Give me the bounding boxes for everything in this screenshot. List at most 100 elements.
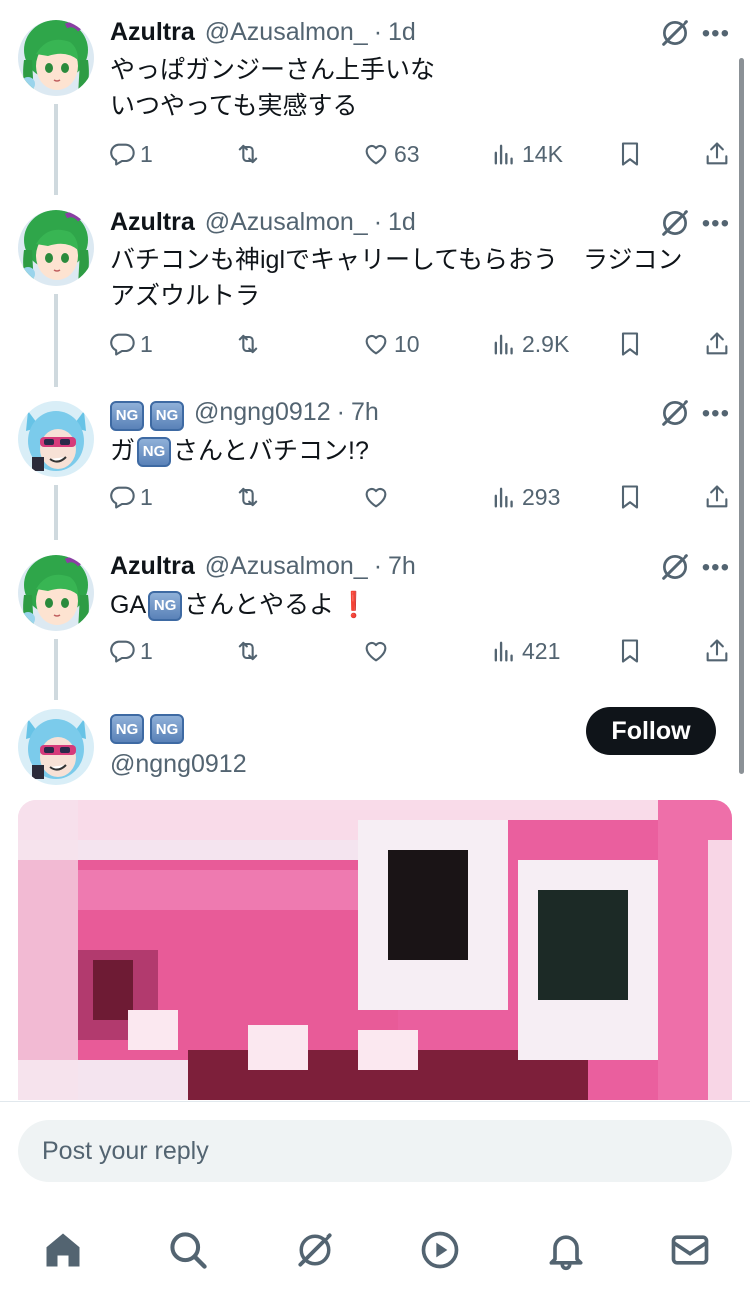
action-bar: 1 293 (108, 483, 733, 517)
nav-messages[interactable] (660, 1220, 720, 1280)
repost-button[interactable] (234, 637, 262, 665)
tweet-2[interactable]: Azultra @Azusalmon_ · 1d ••• バチコンも神iglでキ… (0, 195, 750, 387)
more-options-icon[interactable]: ••• (702, 210, 730, 238)
timestamp[interactable]: 1d (388, 18, 416, 47)
share-button[interactable] (703, 140, 731, 168)
views-icon (490, 483, 518, 511)
avatar[interactable] (18, 709, 94, 785)
share-icon (703, 140, 731, 168)
repost-button[interactable] (234, 140, 262, 168)
more-options-icon[interactable]: ••• (702, 554, 730, 582)
reply-button[interactable]: 1 (108, 483, 153, 511)
ng-badge: NG (150, 714, 184, 745)
user-handle[interactable]: @Azusalmon_ (205, 552, 368, 581)
reply-icon (108, 140, 136, 168)
tweet-text-line: いつやっても実感する (110, 92, 358, 120)
grok-icon[interactable] (658, 396, 692, 430)
tweet-1[interactable]: Azultra @Azusalmon_ · 1d ••• やっぱガンジーさん上手… (0, 0, 750, 195)
nav-search[interactable] (158, 1220, 218, 1280)
timestamp[interactable]: 7h (388, 552, 416, 581)
tweet-text: ガ NG さんとバチコン!? (110, 433, 720, 469)
share-icon (703, 330, 731, 358)
like-button[interactable]: 63 (362, 140, 420, 168)
reply-button[interactable]: 1 (108, 330, 153, 358)
reply-input[interactable]: Post your reply (18, 1120, 732, 1182)
nav-video[interactable] (410, 1220, 470, 1280)
bookmark-icon (616, 637, 644, 665)
user-handle[interactable]: @ngng0912 (194, 398, 331, 427)
thread-line (54, 294, 58, 387)
grok-icon[interactable] (658, 206, 692, 240)
views-button[interactable]: 421 (490, 637, 560, 665)
views-button[interactable]: 14K (490, 140, 563, 168)
user-handle[interactable]: @Azusalmon_ (205, 208, 368, 237)
follow-button[interactable]: Follow (586, 707, 716, 755)
timestamp[interactable]: 7h (351, 398, 379, 427)
avatar[interactable] (18, 210, 94, 286)
action-bar: 1 63 14K (108, 140, 733, 174)
like-button[interactable]: 10 (362, 330, 420, 358)
timestamp[interactable]: 1d (388, 208, 416, 237)
action-bar: 1 10 2.9K (108, 330, 733, 364)
heart-icon (362, 637, 390, 665)
repost-icon (234, 330, 262, 358)
user-handle[interactable]: @Azusalmon_ (205, 18, 368, 47)
repost-button[interactable] (234, 330, 262, 358)
reply-icon (108, 330, 136, 358)
thread-line (54, 104, 58, 195)
bookmark-icon (616, 330, 644, 358)
repost-icon (234, 637, 262, 665)
media-image[interactable] (18, 800, 732, 1100)
reply-button[interactable]: 1 (108, 637, 153, 665)
bookmark-button[interactable] (616, 483, 644, 511)
like-button[interactable] (362, 483, 394, 511)
tweet-text-line: やっぱガンジーさん上手いな (110, 56, 436, 84)
views-button[interactable]: 2.9K (490, 330, 569, 358)
views-icon (490, 140, 518, 168)
author-handle[interactable]: @ngng0912 (110, 750, 247, 779)
bottom-nav (0, 1220, 750, 1280)
like-button[interactable] (362, 637, 394, 665)
bookmark-button[interactable] (616, 140, 644, 168)
heart-icon (362, 330, 390, 358)
reply-button[interactable]: 1 (108, 140, 153, 168)
tweet-header: Azultra @Azusalmon_ · 1d (110, 208, 416, 237)
more-options-icon[interactable]: ••• (702, 20, 730, 48)
exclamation-emoji: ❗ (338, 591, 370, 619)
tweet-4[interactable]: Azultra @Azusalmon_ · 7h ••• GA NG さんとやるよ ❗… (0, 540, 750, 700)
share-button[interactable] (703, 330, 731, 358)
views-count: 2.9K (522, 330, 570, 357)
display-name[interactable]: Azultra (110, 552, 195, 581)
nav-home[interactable] (33, 1220, 93, 1280)
grok-icon[interactable] (658, 550, 692, 584)
mail-icon (671, 1235, 709, 1265)
repost-button[interactable] (234, 483, 262, 511)
tweet-3[interactable]: NG NG @ngng0912 · 7h ••• ガ NG さんとバチコン!? 1 … (0, 387, 750, 540)
display-name[interactable]: Azultra (110, 208, 195, 237)
video-icon (421, 1231, 459, 1269)
search-icon (170, 1232, 207, 1269)
avatar[interactable] (18, 555, 94, 631)
display-name[interactable]: Azultra (110, 18, 195, 47)
share-button[interactable] (703, 483, 731, 511)
ng-badge: NG (137, 437, 172, 468)
nav-grok[interactable] (285, 1220, 345, 1280)
bookmark-button[interactable] (616, 330, 644, 358)
share-button[interactable] (703, 637, 731, 665)
avatar[interactable] (18, 401, 94, 477)
share-icon (703, 483, 731, 511)
views-button[interactable]: 293 (490, 483, 560, 511)
views-count: 421 (522, 637, 561, 664)
more-options-icon[interactable]: ••• (702, 400, 730, 428)
bookmark-button[interactable] (616, 637, 644, 665)
ng-badge: NG (110, 400, 144, 431)
tweet-text-line: アズウルトラ (110, 282, 261, 310)
grok-icon[interactable] (658, 16, 692, 50)
repost-icon (234, 483, 262, 511)
repost-icon (234, 140, 262, 168)
author-name[interactable]: NG NG (110, 714, 190, 745)
reply-count: 1 (140, 330, 153, 357)
nav-notifications[interactable] (536, 1220, 596, 1280)
avatar[interactable] (18, 20, 94, 96)
reply-count: 1 (140, 140, 153, 167)
